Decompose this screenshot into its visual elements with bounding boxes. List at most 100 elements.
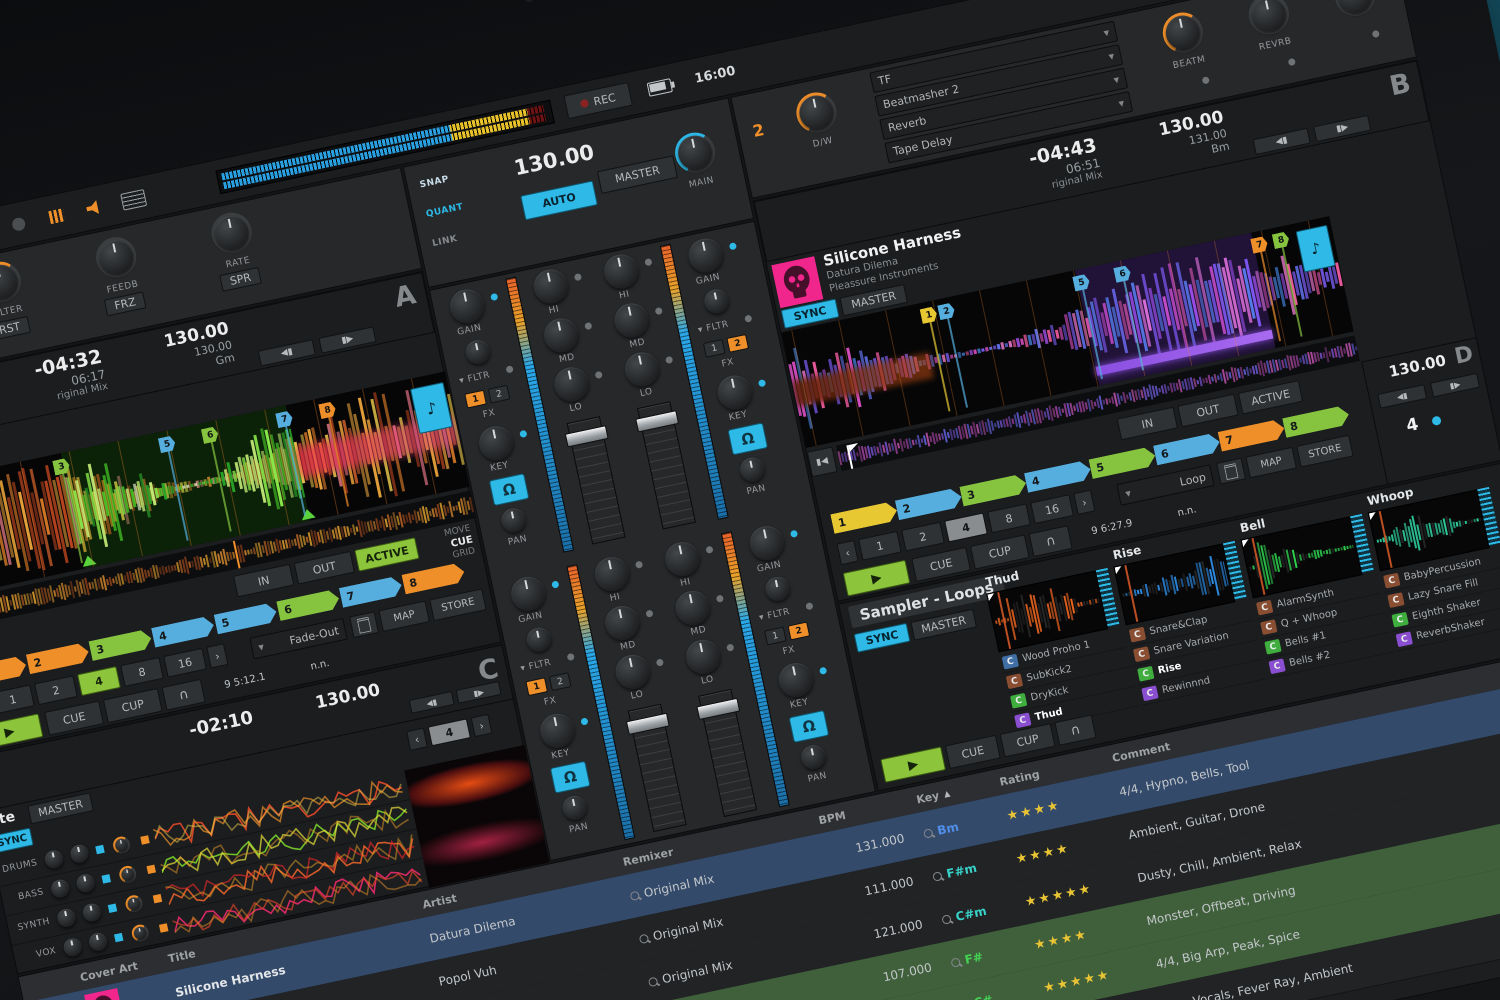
- loop-out-button[interactable]: OUT: [1177, 394, 1238, 428]
- hi-kill-button[interactable]: [705, 546, 713, 554]
- loop-size-8[interactable]: 8: [987, 503, 1031, 533]
- jump-fwd-button[interactable]: ▮▶: [1313, 115, 1371, 142]
- filter-on-button[interactable]: [744, 314, 752, 322]
- fx2-on-button[interactable]: [1287, 58, 1295, 66]
- deck-d-cue-button[interactable]: CUE: [945, 735, 1001, 769]
- loop-active-button[interactable]: ACTIVE: [1238, 380, 1303, 414]
- rec-button[interactable]: REC: [563, 82, 633, 119]
- lo-kill-button[interactable]: [595, 371, 603, 379]
- stem-filter-knob[interactable]: [50, 878, 71, 899]
- loop-size-1[interactable]: 1: [858, 531, 902, 561]
- hotcue-pad-7[interactable]: 7: [339, 575, 404, 607]
- loop-in-button[interactable]: IN: [233, 564, 294, 598]
- loop-out-button[interactable]: OUT: [294, 551, 355, 585]
- main-knob[interactable]: [671, 129, 718, 176]
- hi-knob[interactable]: [662, 539, 702, 579]
- filter-knob[interactable]: [525, 625, 553, 653]
- filter-on-button[interactable]: [567, 653, 575, 661]
- fx-knob[interactable]: [0, 258, 25, 305]
- lo-knob[interactable]: [683, 637, 723, 677]
- hotcue-pad-5[interactable]: 5: [1089, 446, 1158, 479]
- deck-d-play-button[interactable]: ▶: [880, 746, 946, 782]
- skip-start-button[interactable]: ▮◀: [807, 446, 838, 477]
- loop-size-4[interactable]: 4: [944, 513, 988, 543]
- md-knob[interactable]: [541, 315, 581, 355]
- md-kill-button[interactable]: [655, 307, 663, 315]
- key-knob[interactable]: [776, 660, 816, 700]
- speaker-icon[interactable]: [85, 199, 103, 216]
- hotcue-pad-4[interactable]: 4: [1024, 459, 1093, 492]
- hotcue-pad-8[interactable]: 8: [401, 562, 466, 594]
- master-button[interactable]: MASTER: [597, 155, 678, 194]
- loop-in-icon-button[interactable]: ∩: [162, 679, 206, 711]
- hotcue-pad-4[interactable]: 4: [151, 615, 216, 647]
- pan-knob[interactable]: [799, 743, 827, 771]
- pan-knob[interactable]: [561, 794, 589, 822]
- fx1-assign-button[interactable]: 1: [703, 339, 726, 358]
- jump-back-button[interactable]: ◀▮: [258, 339, 316, 366]
- stem-fx-knob[interactable]: [69, 843, 90, 864]
- gain-knob[interactable]: [747, 523, 787, 563]
- headphone-cue-button[interactable]: Ω: [550, 761, 591, 794]
- gain-knob[interactable]: [686, 235, 726, 275]
- pan-knob[interactable]: [738, 455, 766, 483]
- fx2-assign-button[interactable]: 2: [488, 385, 511, 404]
- md-kill-button[interactable]: [584, 322, 592, 330]
- loop-size-16[interactable]: 16: [1030, 494, 1074, 524]
- filter-knob[interactable]: [702, 287, 730, 315]
- stem-filter-knob[interactable]: [56, 907, 77, 928]
- md-knob[interactable]: [673, 588, 713, 628]
- fx2-on-button[interactable]: [1371, 30, 1379, 38]
- stem-fx-knob[interactable]: [88, 931, 109, 952]
- fx1-assign-button[interactable]: 1: [464, 390, 487, 409]
- deck-c-loop-display[interactable]: 4: [428, 718, 471, 746]
- md-kill-button[interactable]: [645, 609, 653, 617]
- hotcue-pad-3[interactable]: 3: [88, 628, 153, 660]
- stem-volume-knob[interactable]: [118, 864, 138, 884]
- loop-size-2[interactable]: 2: [34, 675, 78, 705]
- stem-filter-on-button[interactable]: [114, 933, 123, 942]
- key-knob[interactable]: [715, 372, 755, 412]
- hotcue-pad-1[interactable]: 1: [830, 501, 899, 534]
- auto-button[interactable]: AUTO: [520, 180, 598, 220]
- stem-volume-knob[interactable]: [124, 894, 144, 914]
- hi-knob[interactable]: [531, 266, 571, 306]
- map-button[interactable]: MAP: [1245, 447, 1297, 478]
- lo-kill-button[interactable]: [726, 643, 734, 651]
- fx2-knob[interactable]: [1159, 9, 1206, 56]
- stem-volume-knob[interactable]: [112, 835, 132, 855]
- jump-back-button[interactable]: ◀▮: [1253, 128, 1311, 155]
- lo-kill-button[interactable]: [665, 356, 673, 364]
- hotcue-pad-5[interactable]: 5: [214, 602, 279, 634]
- fx1-assign-button[interactable]: 1: [525, 677, 548, 696]
- hotcue-pad-3[interactable]: 3: [959, 473, 1028, 506]
- mixer-link-label[interactable]: LINK: [431, 234, 458, 249]
- hotcue-pad-7[interactable]: 7: [1218, 418, 1287, 451]
- sampler-sync-button[interactable]: SYNC: [854, 623, 911, 653]
- lo-knob[interactable]: [613, 652, 653, 692]
- deck-c-loop-smaller[interactable]: ‹: [406, 728, 428, 751]
- stem-fx-on-button[interactable]: [153, 894, 162, 903]
- hi-knob[interactable]: [592, 554, 632, 594]
- stem-filter-on-button[interactable]: [108, 903, 117, 912]
- filter-knob[interactable]: [464, 338, 492, 366]
- stem-filter-on-button[interactable]: [102, 874, 111, 883]
- stem-fx-knob[interactable]: [81, 902, 102, 923]
- stem-filter-on-button[interactable]: [95, 845, 104, 854]
- md-knob[interactable]: [611, 300, 651, 340]
- hi-kill-button[interactable]: [644, 258, 652, 266]
- lo-knob[interactable]: [551, 364, 591, 404]
- stem-fx-on-button[interactable]: [147, 865, 156, 874]
- loop-size-2[interactable]: 2: [901, 522, 945, 552]
- logo-icon[interactable]: [120, 189, 147, 211]
- delete-cue-button[interactable]: [1216, 458, 1246, 485]
- loop-size-4[interactable]: 4: [77, 666, 121, 696]
- headphone-cue-button[interactable]: Ω: [789, 710, 830, 743]
- hi-kill-button[interactable]: [635, 561, 643, 569]
- md-kill-button[interactable]: [716, 595, 724, 603]
- fx1-rst-button[interactable]: RST: [0, 316, 31, 341]
- jump-fwd-button[interactable]: ▮▶: [456, 681, 502, 704]
- loop-size-8[interactable]: 8: [120, 657, 164, 687]
- dw-knob[interactable]: [793, 89, 840, 136]
- store-button[interactable]: STORE: [1296, 435, 1353, 468]
